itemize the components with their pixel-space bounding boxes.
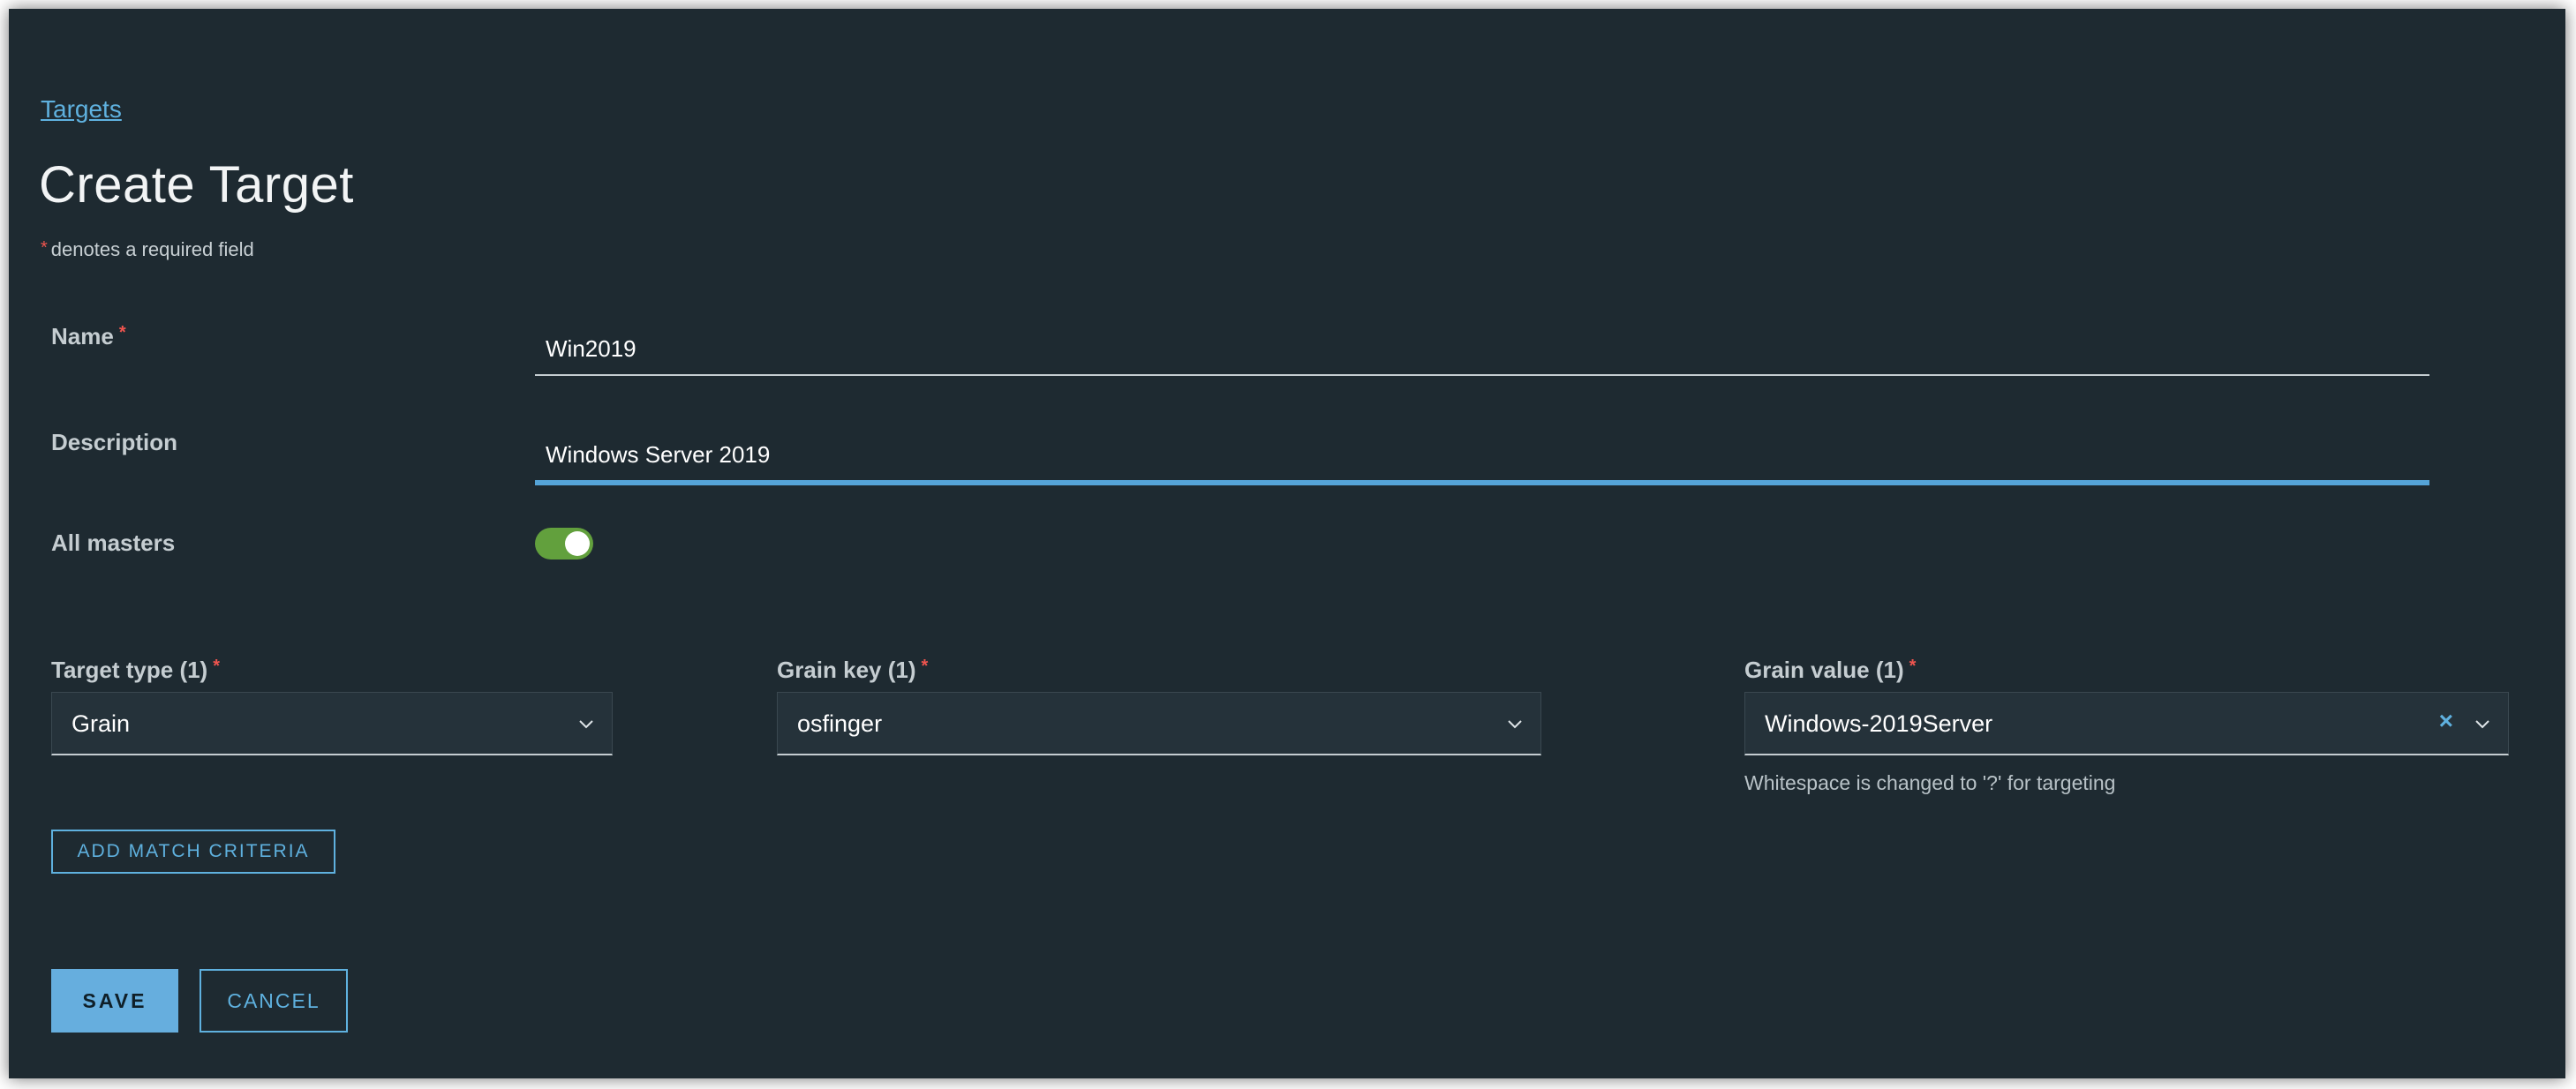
grain-key-select[interactable]: osfinger — [777, 692, 1541, 755]
grain-value-value: Windows-2019Server — [1765, 710, 1993, 737]
description-field[interactable] — [535, 429, 2429, 485]
description-input[interactable] — [535, 429, 2429, 480]
grain-value-hint: Whitespace is changed to '?' for targeti… — [1744, 771, 2116, 794]
chevron-down-icon — [1508, 720, 1522, 729]
target-type-select[interactable]: Grain — [51, 692, 613, 755]
grain-value-label: Grain value (1) * — [1744, 657, 1916, 684]
required-note: * denotes a required field — [41, 238, 254, 261]
save-button[interactable]: SAVE — [51, 969, 178, 1033]
all-masters-toggle[interactable] — [535, 528, 593, 560]
target-type-label: Target type (1) * — [51, 657, 220, 684]
name-label-text: Name — [51, 323, 114, 349]
name-field[interactable] — [535, 323, 2429, 376]
grain-key-label-text: Grain key (1) — [777, 657, 916, 683]
name-label: Name * — [51, 323, 126, 350]
description-label: Description — [51, 429, 178, 455]
grain-value-required-asterisk: * — [1909, 657, 1917, 676]
page-title: Create Target — [39, 156, 354, 214]
add-match-criteria-button[interactable]: ADD MATCH CRITERIA — [51, 830, 335, 874]
grain-value-label-text: Grain value (1) — [1744, 657, 1904, 683]
required-note-text: denotes a required field — [50, 238, 254, 260]
all-masters-label: All masters — [51, 529, 176, 556]
target-type-required-asterisk: * — [213, 657, 221, 676]
chevron-down-icon — [579, 720, 593, 729]
grain-value-select[interactable]: Windows-2019Server × — [1744, 692, 2509, 755]
breadcrumb-targets-link[interactable]: Targets — [41, 95, 122, 124]
chevron-down-icon — [2475, 720, 2489, 729]
target-type-value: Grain — [72, 710, 131, 737]
required-asterisk: * — [41, 238, 48, 258]
grain-key-label: Grain key (1) * — [777, 657, 928, 684]
toggle-knob — [565, 531, 590, 556]
grain-key-required-asterisk: * — [921, 657, 929, 676]
name-required-asterisk: * — [118, 323, 126, 342]
cancel-button[interactable]: CANCEL — [200, 969, 348, 1033]
name-input[interactable] — [535, 323, 2429, 374]
clear-icon[interactable]: × — [2439, 707, 2453, 735]
create-target-panel: Targets Create Target * denotes a require… — [9, 9, 2565, 1078]
target-type-label-text: Target type (1) — [51, 657, 208, 683]
grain-key-value: osfinger — [797, 710, 883, 737]
